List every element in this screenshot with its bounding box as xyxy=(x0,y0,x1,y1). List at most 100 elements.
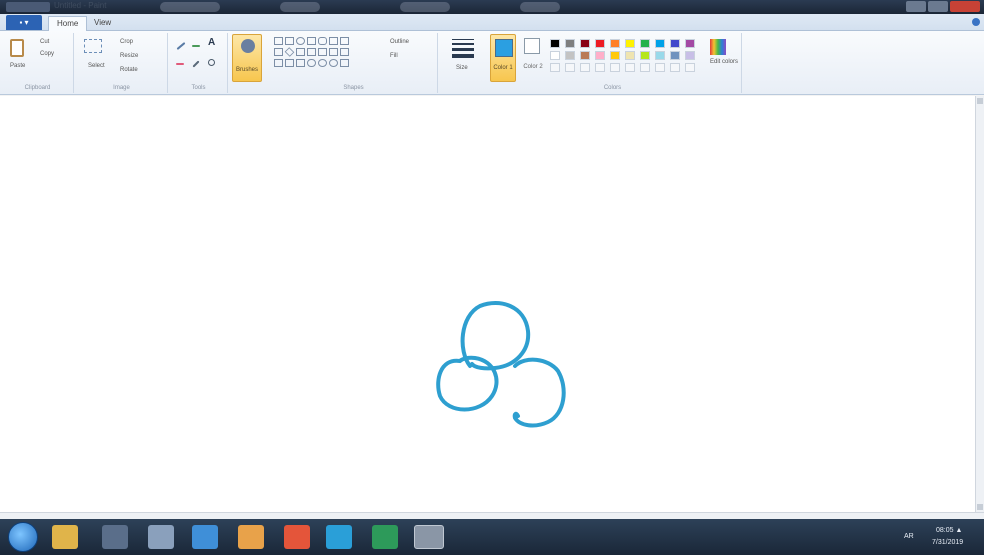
maximize-button[interactable] xyxy=(928,1,948,12)
cloud-callout-shape-icon[interactable] xyxy=(329,59,338,67)
color2-button[interactable]: Color 2 xyxy=(520,34,546,82)
arrow-shape-icon[interactable] xyxy=(318,48,327,56)
palette-swatch[interactable] xyxy=(640,51,650,60)
heart-shape-icon[interactable] xyxy=(340,59,349,67)
help-icon[interactable] xyxy=(972,18,980,26)
eraser-icon[interactable] xyxy=(176,63,184,65)
minimize-button[interactable] xyxy=(906,1,926,12)
brushes-button[interactable]: Brushes xyxy=(232,34,262,82)
copy-button[interactable]: Copy xyxy=(40,51,54,57)
rotate-button[interactable]: Rotate xyxy=(120,67,138,73)
vertical-scrollbar[interactable] xyxy=(975,96,984,512)
custom-color-slot[interactable] xyxy=(655,63,665,72)
arrow-shape-icon[interactable] xyxy=(340,48,349,56)
file-menu-button[interactable]: ▪ ▾ xyxy=(6,15,42,30)
palette-swatch[interactable] xyxy=(625,39,635,48)
fill-icon[interactable] xyxy=(192,45,200,47)
palette-swatch[interactable] xyxy=(670,51,680,60)
custom-color-slot[interactable] xyxy=(640,63,650,72)
callout-shape-icon[interactable] xyxy=(307,59,316,67)
palette-swatch[interactable] xyxy=(685,39,695,48)
scroll-up-arrow-icon[interactable] xyxy=(977,98,983,104)
palette-swatch[interactable] xyxy=(670,39,680,48)
custom-color-slot[interactable] xyxy=(685,63,695,72)
palette-swatch[interactable] xyxy=(610,51,620,60)
close-button[interactable] xyxy=(950,1,980,12)
pencil-icon[interactable] xyxy=(176,42,186,50)
custom-color-slot[interactable] xyxy=(595,63,605,72)
oval-shape-icon[interactable] xyxy=(296,37,305,45)
horizontal-scrollbar[interactable] xyxy=(0,512,984,519)
media-app-icon[interactable] xyxy=(238,525,264,549)
chrome-icon[interactable] xyxy=(284,525,310,549)
polygon-shape-icon[interactable] xyxy=(329,37,338,45)
paste-button[interactable]: Paste xyxy=(10,63,25,69)
skype-icon[interactable] xyxy=(326,525,352,549)
palette-swatch[interactable] xyxy=(595,51,605,60)
size-button[interactable]: Size xyxy=(444,33,482,83)
magnifier-icon[interactable] xyxy=(208,59,215,66)
shape-fill-button[interactable]: Fill xyxy=(390,53,398,59)
palette-swatch[interactable] xyxy=(610,39,620,48)
media-player-icon[interactable] xyxy=(102,525,128,549)
select-button[interactable]: Select xyxy=(88,63,105,69)
palette-swatch[interactable] xyxy=(580,51,590,60)
edit-colors-button[interactable]: Edit colors xyxy=(706,33,742,83)
rectangle-shape-icon[interactable] xyxy=(307,37,316,45)
callout-shape-icon[interactable] xyxy=(318,59,327,67)
custom-color-slot[interactable] xyxy=(670,63,680,72)
crop-button[interactable]: Crop xyxy=(120,39,133,45)
paint-taskbar-icon[interactable] xyxy=(414,525,444,549)
custom-color-slot[interactable] xyxy=(580,63,590,72)
palette-swatch[interactable] xyxy=(655,39,665,48)
scroll-down-arrow-icon[interactable] xyxy=(977,504,983,510)
shape-outline-button[interactable]: Outline xyxy=(390,39,409,45)
resize-button[interactable]: Resize xyxy=(120,53,138,59)
color-picker-icon[interactable] xyxy=(192,60,200,68)
shapes-gallery[interactable] xyxy=(274,37,382,71)
custom-color-slot[interactable] xyxy=(610,63,620,72)
rounded-rectangle-shape-icon[interactable] xyxy=(318,37,327,45)
palette-swatch[interactable] xyxy=(655,51,665,60)
palette-swatch[interactable] xyxy=(550,51,560,60)
right-triangle-shape-icon[interactable] xyxy=(274,48,283,56)
palette-swatch[interactable] xyxy=(625,51,635,60)
palette-swatch[interactable] xyxy=(550,39,560,48)
start-button[interactable] xyxy=(8,522,38,552)
pentagon-shape-icon[interactable] xyxy=(296,48,305,56)
paste-icon[interactable] xyxy=(10,39,24,57)
excel-icon[interactable] xyxy=(372,525,398,549)
documents-icon[interactable] xyxy=(148,525,174,549)
custom-color-slot[interactable] xyxy=(625,63,635,72)
star-shape-icon[interactable] xyxy=(296,59,305,67)
tab-view[interactable]: View xyxy=(86,16,119,31)
select-icon[interactable] xyxy=(84,39,102,53)
clock-time[interactable]: 08:05 ▲ xyxy=(936,527,962,534)
curve-shape-icon[interactable] xyxy=(285,37,294,45)
line-shape-icon[interactable] xyxy=(274,37,283,45)
diamond-shape-icon[interactable] xyxy=(284,47,295,57)
explorer-icon[interactable] xyxy=(52,525,78,549)
star-shape-icon[interactable] xyxy=(285,59,294,67)
hexagon-shape-icon[interactable] xyxy=(307,48,316,56)
palette-swatch[interactable] xyxy=(685,51,695,60)
cut-button[interactable]: Cut xyxy=(40,39,49,45)
palette-swatch[interactable] xyxy=(640,39,650,48)
arrow-shape-icon[interactable] xyxy=(329,48,338,56)
triangle-shape-icon[interactable] xyxy=(340,37,349,45)
internet-explorer-icon[interactable] xyxy=(192,525,218,549)
language-indicator[interactable]: AR xyxy=(904,533,914,540)
color1-button[interactable]: Color 1 xyxy=(490,34,516,82)
quick-access-toolbar[interactable] xyxy=(6,2,50,12)
palette-swatch[interactable] xyxy=(595,39,605,48)
drawing-canvas[interactable] xyxy=(0,96,975,512)
arrow-shape-icon[interactable] xyxy=(274,59,283,67)
tab-home[interactable]: Home xyxy=(48,16,88,31)
clock-date[interactable]: 7/31/2019 xyxy=(932,539,963,546)
palette-swatch[interactable] xyxy=(580,39,590,48)
custom-color-slot[interactable] xyxy=(550,63,560,72)
palette-swatch[interactable] xyxy=(565,39,575,48)
custom-color-slot[interactable] xyxy=(565,63,575,72)
palette-swatch[interactable] xyxy=(565,51,575,60)
text-tool-icon[interactable]: A xyxy=(208,37,215,48)
